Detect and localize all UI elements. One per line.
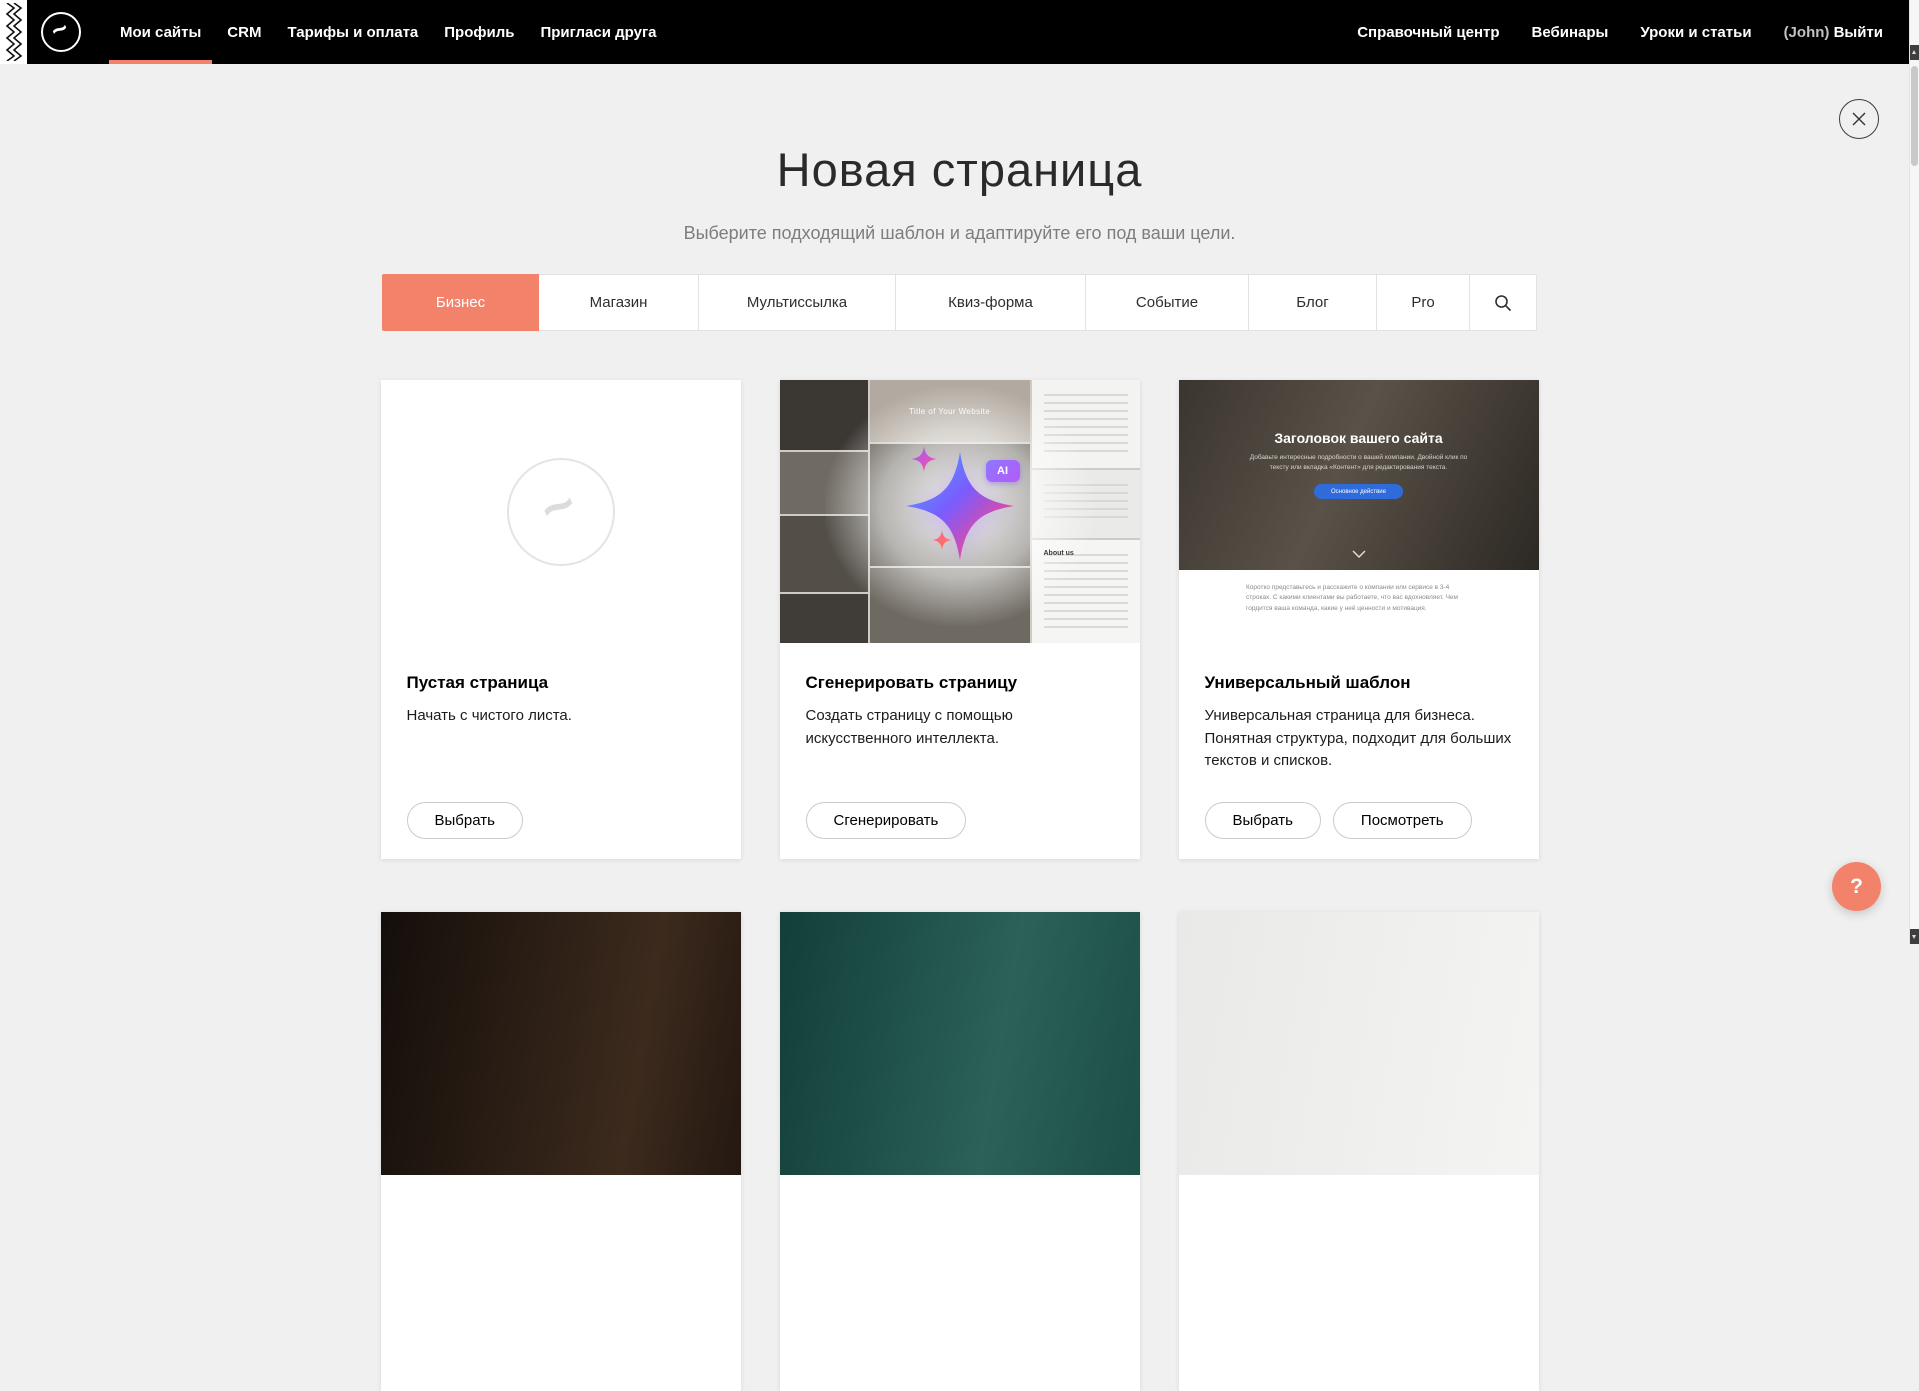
tilde-icon: ~ <box>47 14 73 45</box>
template-category-tabs: Бизнес Магазин Мультиссылка Квиз-форма С… <box>382 274 1537 331</box>
card-actions: Выбрать Посмотреть <box>1205 802 1472 839</box>
template-body-text: Коротко представьтесь и расскажите о ком… <box>1246 583 1471 643</box>
choose-template-button[interactable]: Выбрать <box>1205 802 1321 839</box>
user-name: (John) <box>1784 24 1830 41</box>
tab-blog[interactable]: Блог <box>1249 274 1377 331</box>
tab-shop[interactable]: Магазин <box>539 274 699 331</box>
tab-business[interactable]: Бизнес <box>382 274 539 331</box>
scroll-down-icon[interactable] <box>1910 929 1919 944</box>
scrollbar[interactable] <box>1909 0 1919 944</box>
template-hero-heading: Заголовок вашего сайта <box>1274 430 1442 446</box>
close-icon <box>1852 112 1866 126</box>
nav-help-center[interactable]: Справочный центр <box>1357 24 1499 41</box>
card-description: Создать страницу с помощью искусственног… <box>806 705 1114 750</box>
nav-invite-friend[interactable]: Пригласи друга <box>527 0 669 64</box>
tilda-logo[interactable]: ~ <box>41 12 81 52</box>
scroll-up-icon[interactable] <box>1910 45 1919 60</box>
template-card-partial[interactable] <box>780 912 1140 1391</box>
template-grid: ~ Пустая страница Начать с чистого листа… <box>381 380 1539 859</box>
chevron-down-icon <box>1352 545 1366 563</box>
ai-preview-collage: Title of Your Website About us <box>780 380 1140 643</box>
template-grid-row2 <box>381 912 1539 1391</box>
tab-event[interactable]: Событие <box>1086 274 1249 331</box>
card-blank-page[interactable]: ~ Пустая страница Начать с чистого листа… <box>381 380 741 859</box>
template-preview: Заголовок вашего сайта Добавьте интересн… <box>1179 380 1539 643</box>
card-actions: Выбрать <box>407 802 523 839</box>
template-card-partial[interactable] <box>381 912 741 1391</box>
collage-panel-heading: About us <box>1032 540 1140 557</box>
page-title: Новая страница <box>0 64 1919 197</box>
card-description: Универсальная страница для бизнеса. Поня… <box>1205 705 1513 773</box>
choose-blank-button[interactable]: Выбрать <box>407 802 523 839</box>
main-nav: Мои сайты CRM Тарифы и оплата Профиль Пр… <box>107 0 670 64</box>
close-button[interactable] <box>1839 99 1879 139</box>
template-preview <box>381 912 741 1175</box>
tab-pro[interactable]: Pro <box>1377 274 1470 331</box>
tab-multilink[interactable]: Мультиссылка <box>699 274 896 331</box>
ai-badge: AI <box>986 460 1020 482</box>
search-tab-button[interactable] <box>1470 274 1537 331</box>
sparkle-icon <box>911 446 937 472</box>
search-icon <box>1494 294 1512 312</box>
zigzag-pattern-icon <box>0 0 27 64</box>
card-title: Сгенерировать страницу <box>806 673 1114 693</box>
user-block: (John) Выйти <box>1784 24 1883 41</box>
header: ~ Мои сайты CRM Тарифы и оплата Профиль … <box>0 0 1919 64</box>
blank-page-preview: ~ <box>381 380 741 643</box>
card-title: Универсальный шаблон <box>1205 673 1513 693</box>
scrollbar-thumb[interactable] <box>1911 66 1918 166</box>
nav-crm[interactable]: CRM <box>214 0 274 64</box>
nav-tariffs[interactable]: Тарифы и оплата <box>274 0 431 64</box>
template-hero-cta: Основное действие <box>1314 484 1403 499</box>
generate-button[interactable]: Сгенерировать <box>806 802 967 839</box>
card-description: Начать с чистого листа. <box>407 705 715 728</box>
template-card-partial[interactable] <box>1179 912 1539 1391</box>
card-actions: Сгенерировать <box>806 802 967 839</box>
card-body: Пустая страница Начать с чистого листа. … <box>381 643 741 859</box>
tab-quiz-form[interactable]: Квиз-форма <box>896 274 1086 331</box>
nav-profile[interactable]: Профиль <box>431 0 527 64</box>
help-button[interactable]: ? <box>1832 862 1881 911</box>
nav-my-sites[interactable]: Мои сайты <box>107 0 214 64</box>
card-universal-template[interactable]: Заголовок вашего сайта Добавьте интересн… <box>1179 380 1539 859</box>
nav-webinars[interactable]: Вебинары <box>1532 24 1609 41</box>
new-page-modal: Новая страница Выберите подходящий шабло… <box>0 64 1919 1391</box>
page-subtitle: Выберите подходящий шаблон и адаптируйте… <box>0 223 1919 244</box>
card-ai-generate[interactable]: Title of Your Website About us <box>780 380 1140 859</box>
nav-lessons[interactable]: Уроки и статьи <box>1640 24 1751 41</box>
card-body: Универсальный шаблон Универсальная стран… <box>1179 643 1539 859</box>
template-hero-subtext: Добавьте интересные подробности о вашей … <box>1241 453 1476 473</box>
logout-link[interactable]: Выйти <box>1834 24 1883 41</box>
secondary-nav: Справочный центр Вебинары Уроки и статьи… <box>1357 24 1883 41</box>
template-body: Коротко представьтесь и расскажите о ком… <box>1179 570 1539 643</box>
template-preview <box>1179 912 1539 1175</box>
template-preview <box>780 912 1140 1175</box>
card-title: Пустая страница <box>407 673 715 693</box>
card-body: Сгенерировать страницу Создать страницу … <box>780 643 1140 859</box>
tilda-watermark-icon: ~ <box>507 458 615 566</box>
preview-template-button[interactable]: Посмотреть <box>1333 802 1472 839</box>
template-hero: Заголовок вашего сайта Добавьте интересн… <box>1179 380 1539 570</box>
sparkle-icon <box>932 530 952 550</box>
